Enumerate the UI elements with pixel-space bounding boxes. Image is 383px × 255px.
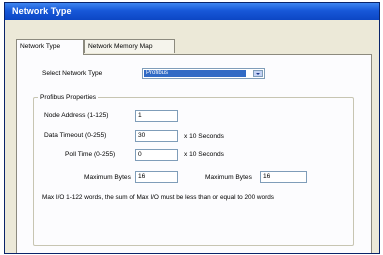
group-title: Profibus Properties [38,94,99,101]
max-bytes-in-input[interactable]: 16 [135,171,178,183]
poll-time-unit: x 10 Seconds [184,151,224,158]
max-bytes-out-input[interactable]: 16 [260,171,307,183]
node-address-input[interactable]: 1 [135,110,178,122]
max-io-note: Max I/O 1-122 words, the sum of Max I/O … [42,194,274,201]
network-type-select[interactable]: Profibus [142,68,265,79]
node-address-label: Node Address (1-125) [44,112,109,119]
poll-time-label: Poll Time (0-255) [65,151,116,158]
tab-network-memory-map[interactable]: Network Memory Map [84,39,175,53]
title-bar[interactable]: Network Type [5,3,379,20]
window-title: Network Type [12,6,72,16]
tab-network-type[interactable]: Network Type [16,39,84,55]
tab-panel: Select Network Type Profibus Profibus Pr… [16,54,372,253]
poll-time-input[interactable]: 0 [135,149,178,161]
tab-label: Network Type [20,43,61,50]
max-bytes-in-label: Maximum Bytes [84,174,131,181]
tab-label: Network Memory Map [88,43,153,50]
max-bytes-out-label: Maximum Bytes [205,174,252,181]
data-timeout-unit: x 10 Seconds [184,133,224,140]
data-timeout-input[interactable]: 30 [135,130,178,142]
network-type-value: Profibus [144,70,246,77]
dialog-window: Network Type Network Type Network Memory… [4,2,380,254]
chevron-down-icon[interactable] [253,70,263,77]
select-network-label: Select Network Type [42,70,103,77]
profibus-properties-group: Profibus Properties Node Address (1-125)… [33,94,354,246]
data-timeout-label: Data Timeout (0-255) [44,132,107,139]
